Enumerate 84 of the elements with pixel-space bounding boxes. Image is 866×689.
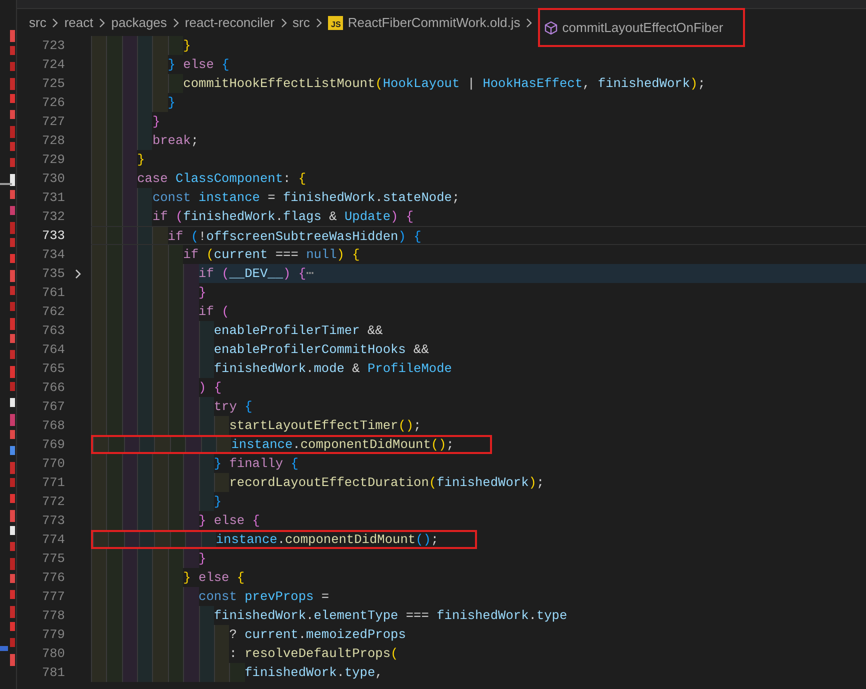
code-line: if (__DEV__) {⋯ [91,264,314,283]
code-line: } else { [91,568,245,587]
code-line: ) { [91,378,222,397]
code-line: } [91,112,160,131]
line-number: 776 [40,569,65,587]
code-line: case ClassComponent: { [91,169,306,188]
line-number: 768 [40,417,65,435]
line-number: 723 [40,37,65,55]
code-line: break; [91,131,199,150]
code-line: finishedWork.type, [91,663,383,682]
code-line: finishedWork.elementType === finishedWork.type [91,606,568,625]
line-number: 727 [40,113,65,131]
line-number: 779 [40,626,65,644]
line-number: 781 [40,664,65,682]
breadcrumb-item[interactable]: commitLayoutEffectOnFiber [562,18,724,38]
line-number: 772 [40,493,65,511]
chevron-icon [97,18,108,28]
breadcrumb-item[interactable]: react-reconciler [184,12,274,32]
line-number: 774 [40,531,65,549]
breadcrumb-item[interactable]: packages [111,12,167,32]
code-line: instance.componentDidMount(); [93,437,454,452]
code-line: const prevProps = [91,587,330,606]
line-number: 765 [40,360,65,378]
code-line: } [91,283,206,302]
line-number: 767 [40,398,65,416]
line-number: 769 [40,436,65,454]
breadcrumb-item[interactable]: src [29,12,46,32]
line-number: 764 [40,341,65,359]
code-line: enableProfilerCommitHooks && [91,340,429,359]
file-type-icon: JS [328,16,343,30]
line-number: 761 [40,284,65,302]
code-line: } [91,549,206,568]
code-line: commitHookEffectListMount(HookLayout | HookHasEffect, finishedWork); [91,74,706,93]
line-number: 762 [40,303,65,321]
line-number: 734 [40,246,65,264]
code-line: } [91,36,191,55]
breadcrumb-item[interactable]: react [64,12,94,32]
code-line: } [91,93,176,112]
line-number: 725 [40,75,65,93]
chevron-icon[interactable] [73,268,83,278]
code-line: if ( [91,302,230,321]
breadcrumb-item[interactable]: src [292,12,310,32]
code-line: ? current.memoizedProps [91,625,406,644]
code-line: } else { [91,511,260,530]
chevron-icon [50,18,60,28]
code-line: } finally { [91,454,298,473]
line-number: 730 [40,170,65,188]
code-line: } [91,150,145,169]
line-number: 732 [40,208,65,226]
line-number: 778 [40,607,65,625]
code-line: instance.componentDidMount(); [93,532,439,547]
breadcrumb-item[interactable]: ReactFiberCommitWork.old.js [348,12,520,32]
code-line: recordLayoutEffectDuration(finishedWork); [91,473,544,492]
code-line: const instance = finishedWork.stateNode; [91,188,460,207]
cube-icon [544,20,558,34]
code-line: startLayoutEffectTimer(); [91,416,422,435]
line-number: 729 [40,151,65,169]
chevron-icon [314,18,324,28]
line-number: 773 [40,512,65,530]
code-line: : resolveDefaultProps( [91,644,398,663]
line-number: 777 [40,588,65,606]
code-line: try { [91,397,252,416]
line-number: 763 [40,322,65,340]
line-number: 780 [40,645,65,663]
line-number: 731 [40,189,65,207]
line-number: 775 [40,550,65,568]
line-number: 766 [40,379,65,397]
code-line: if (finishedWork.flags & Update) { [91,207,414,226]
code-line: if (current === null) { [91,245,360,264]
code-line: finishedWork.mode & ProfileMode [91,359,452,378]
chevron-icon [278,18,288,28]
code-line: } [91,492,222,511]
line-number: 771 [40,474,65,492]
code-line: enableProfilerTimer && [91,321,383,340]
line-number: 726 [40,94,65,112]
line-number: 735 [40,265,65,283]
chevron-icon [524,18,534,28]
line-number: 728 [40,132,65,150]
line-number: 733 [40,227,65,245]
code-line: if (!offscreenSubtreeWasHidden) { [91,227,422,244]
line-number: 770 [40,455,65,473]
code-line: } else { [91,55,230,74]
line-number: 724 [40,56,65,74]
chevron-icon [170,18,181,28]
